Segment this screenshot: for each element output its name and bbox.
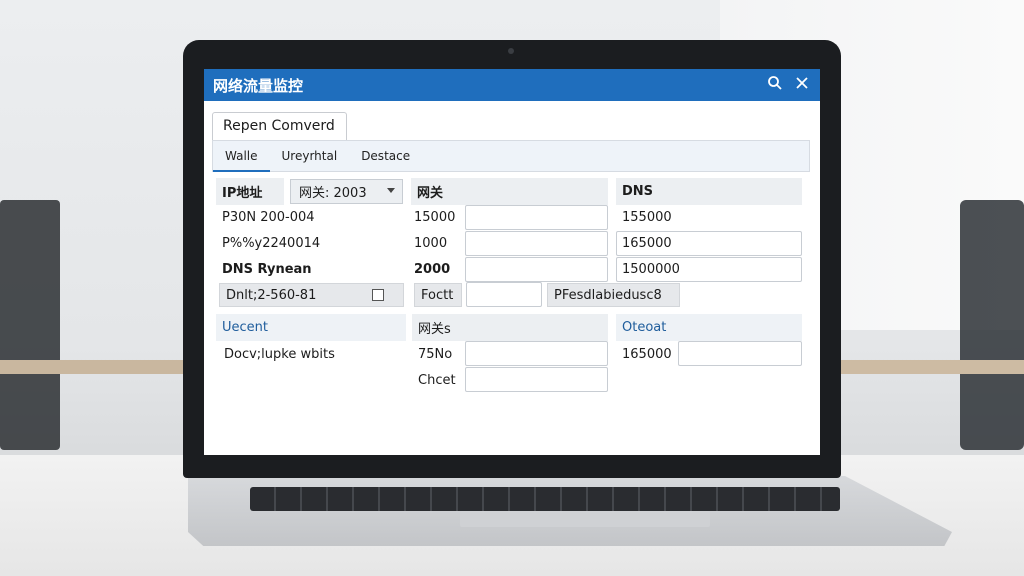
section2-row2-mid-value: Chcet xyxy=(418,372,456,388)
row2-right-input[interactable] xyxy=(616,231,802,256)
title-bar: 网络流量监控 xyxy=(204,69,820,101)
row1-label: P30N 200-004 xyxy=(222,209,315,225)
laptop-keyboard xyxy=(250,487,840,511)
laptop-trackpad xyxy=(460,511,710,527)
section2-row1-mid-value: 75No xyxy=(418,346,453,362)
row3-mid-value: 2000 xyxy=(414,261,451,277)
row3-right-input[interactable] xyxy=(616,257,802,282)
background-chair-right xyxy=(960,200,1024,450)
background-desk-left xyxy=(0,360,200,374)
row-checkbox[interactable] xyxy=(372,289,384,301)
col-header-gateway: 网关 xyxy=(411,178,608,205)
grey-field-mid[interactable]: Foctt xyxy=(414,283,462,307)
gateway-select[interactable]: 网关: 2003 xyxy=(290,179,403,204)
section2-row2-mid-input[interactable] xyxy=(465,367,608,392)
section2-right-header: Oteoat xyxy=(616,314,802,341)
subtab-bar: Walle Ureyrhtal Destace xyxy=(212,140,810,172)
tab-main[interactable]: Repen Comverd xyxy=(212,112,347,140)
row1-mid-value: 15000 xyxy=(414,209,456,225)
webcam xyxy=(508,48,514,54)
section2-mid-header: 网关s xyxy=(412,314,608,341)
background-desk-right xyxy=(840,360,1024,374)
col-header-dns: DNS xyxy=(616,178,802,205)
laptop-lid: 网络流量监控 Repen Comverd Walle Ureyrhtal Des… xyxy=(183,40,841,478)
grey-field-right[interactable]: PFesdlabiedusc8 xyxy=(547,283,680,307)
section2-left-header: Uecent xyxy=(216,314,406,341)
row1-mid-input[interactable] xyxy=(465,205,608,230)
window-title: 网络流量监控 xyxy=(213,76,304,95)
row1-right-value: 155000 xyxy=(622,209,672,225)
subtab-ureyrhtal[interactable]: Ureyrhtal xyxy=(270,140,350,172)
section2-row1-right-input[interactable] xyxy=(678,341,802,366)
search-icon[interactable] xyxy=(765,75,785,95)
app-window: 网络流量监控 Repen Comverd Walle Ureyrhtal Des… xyxy=(204,69,820,455)
grey-row-input[interactable] xyxy=(466,282,542,307)
subtab-destace[interactable]: Destace xyxy=(349,140,422,172)
chevron-down-icon xyxy=(387,188,395,193)
row2-mid-input[interactable] xyxy=(465,231,608,256)
row2-mid-value: 1000 xyxy=(414,235,448,251)
col-header-ip: IP地址 xyxy=(216,178,284,205)
row3-label: DNS Rynean xyxy=(222,261,312,277)
section2-row1-label: Docv;lupke wbits xyxy=(224,346,335,362)
row3-mid-input[interactable] xyxy=(465,257,608,282)
gateway-select-value: 网关: 2003 xyxy=(299,186,367,201)
background-chair-left xyxy=(0,200,60,450)
row2-label: P%%y2240014 xyxy=(222,235,321,251)
subtab-walle[interactable]: Walle xyxy=(213,140,270,172)
section2-row1-right-value: 165000 xyxy=(622,346,672,362)
section2-row1-mid-input[interactable] xyxy=(465,341,608,366)
close-icon[interactable] xyxy=(792,75,812,95)
